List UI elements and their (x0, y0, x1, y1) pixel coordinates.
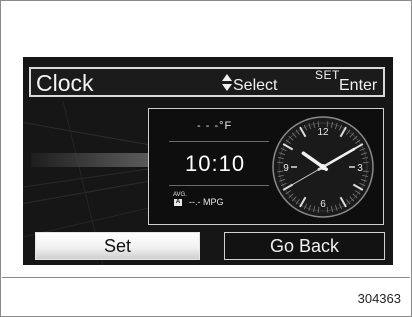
enter-label: Enter (339, 77, 378, 94)
time-display: 10:10 (185, 151, 246, 176)
fuel-economy-value: --.- (189, 197, 201, 207)
analog-clock: 12 3 6 9 (272, 116, 374, 218)
selection-glow (31, 153, 149, 167)
temperature-display: - - -°F (197, 120, 233, 132)
set-button[interactable]: Set (35, 232, 200, 260)
screen-title: Clock (36, 70, 94, 96)
minute-tick (362, 161, 369, 164)
hour-label-3: 3 (357, 163, 363, 174)
divider-line (169, 141, 269, 142)
down-triangle-icon (222, 84, 232, 91)
select-label: Select (233, 77, 278, 94)
figure-frame: Clock Select SET Enter - - -°F 10:10 AVG… (0, 0, 412, 317)
title-bar: Clock Select SET Enter (29, 67, 385, 97)
hour-label-6: 6 (320, 199, 326, 210)
clock-center (320, 164, 326, 170)
fuel-economy-display: --.- MPG (189, 197, 224, 207)
minute-tick (362, 170, 369, 173)
hour-label-12: 12 (317, 127, 329, 138)
minute-tick (317, 206, 320, 213)
display-screen: Clock Select SET Enter - - -°F 10:10 AVG… (23, 57, 393, 265)
set-label: SET (315, 68, 340, 82)
frame-divider (2, 277, 410, 278)
clock-panel: - - -°F 10:10 AVG. A --.- MPG 12 3 6 9 (148, 108, 384, 225)
go-back-button[interactable]: Go Back (224, 232, 385, 260)
avg-fuel-icon: AVG. A (173, 192, 187, 206)
fuel-economy-unit: MPG (203, 197, 224, 207)
minute-tick (326, 206, 329, 213)
up-triangle-icon (222, 74, 232, 81)
divider-line (169, 185, 269, 186)
hour-label-9: 9 (283, 163, 289, 174)
figure-code: 304363 (357, 291, 401, 306)
